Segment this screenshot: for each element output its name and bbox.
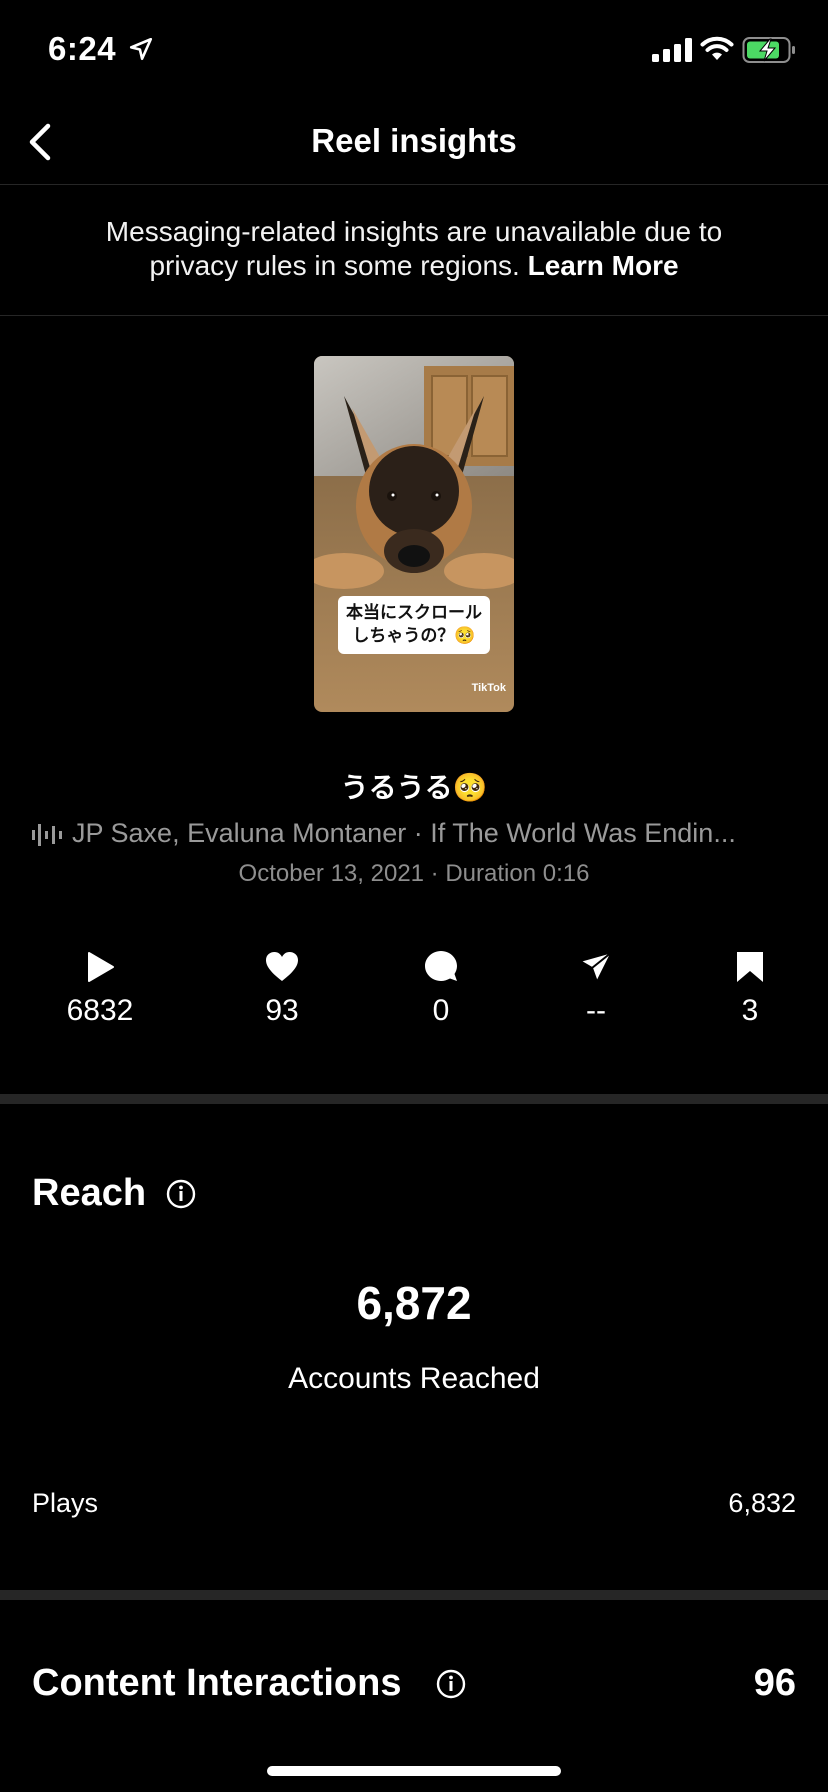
play-icon bbox=[88, 952, 114, 982]
plays-row-label: Plays bbox=[32, 1488, 99, 1518]
nav-header: Reel insights bbox=[0, 100, 828, 185]
page-title: Reel insights bbox=[311, 122, 517, 159]
cellular-signal-icon bbox=[652, 38, 692, 62]
location-arrow-icon bbox=[129, 37, 153, 61]
content-interactions-value: 96 bbox=[753, 1662, 796, 1704]
comment-bubble-icon bbox=[425, 951, 457, 981]
music-info[interactable]: JP Saxe, Evaluna Montaner · If The World… bbox=[32, 816, 802, 852]
accounts-reached-value: 6,872 bbox=[356, 1277, 472, 1329]
tiktok-watermark: TikTok bbox=[471, 682, 506, 694]
comments-count: 0 bbox=[432, 994, 450, 1027]
learn-more-link[interactable]: Learn More bbox=[528, 250, 679, 281]
section-divider bbox=[0, 1590, 828, 1600]
reach-title: Reach bbox=[32, 1172, 147, 1214]
engagement-stats: 6832 93 0 -- 3 bbox=[0, 950, 828, 1040]
battery-charging-icon bbox=[742, 37, 795, 63]
reel-date-duration: October 13, 2021 · Duration 0:16 bbox=[238, 860, 590, 887]
plays-count: 6832 bbox=[66, 994, 134, 1027]
heart-icon bbox=[266, 952, 298, 981]
audio-waveform-icon bbox=[32, 824, 62, 846]
content-interactions-title: Content Interactions bbox=[32, 1662, 402, 1704]
status-time: 6:24 bbox=[48, 30, 117, 67]
content-interactions-info-icon[interactable] bbox=[436, 1669, 466, 1699]
reel-thumbnail[interactable]: 本当にスクロール しちゃうの？🥺 TikTok bbox=[314, 356, 514, 712]
send-paper-plane-icon bbox=[579, 951, 613, 983]
thumbnail-caption: 本当にスクロール しちゃうの？🥺 bbox=[338, 596, 490, 654]
reach-info-icon[interactable] bbox=[166, 1179, 196, 1209]
bookmark-icon bbox=[737, 952, 763, 982]
shares-stat: -- bbox=[536, 950, 656, 1028]
music-label: JP Saxe, Evaluna Montaner · If The World… bbox=[72, 818, 736, 848]
home-indicator[interactable] bbox=[267, 1766, 561, 1776]
caption-line-1: 本当にスクロール bbox=[346, 603, 482, 623]
shares-count: -- bbox=[586, 994, 606, 1027]
plays-row-value: 6,832 bbox=[728, 1488, 796, 1518]
saves-count: 3 bbox=[741, 994, 759, 1027]
section-divider bbox=[0, 1094, 828, 1104]
accounts-reached-label: Accounts Reached bbox=[288, 1362, 540, 1395]
reel-title: うるうる🥺 bbox=[340, 771, 488, 804]
comments-stat: 0 bbox=[381, 950, 501, 1028]
status-bar: 6:24 bbox=[0, 0, 828, 100]
likes-stat: 93 bbox=[222, 950, 342, 1028]
caption-line-2: しちゃうの？🥺 bbox=[352, 626, 476, 646]
likes-count: 93 bbox=[265, 994, 299, 1027]
plays-stat: 6832 bbox=[40, 950, 160, 1028]
dog-photo-image bbox=[314, 356, 514, 712]
privacy-notice: Messaging-related insights are unavailab… bbox=[0, 185, 828, 316]
wifi-icon bbox=[700, 36, 734, 60]
saves-stat: 3 bbox=[690, 950, 810, 1028]
